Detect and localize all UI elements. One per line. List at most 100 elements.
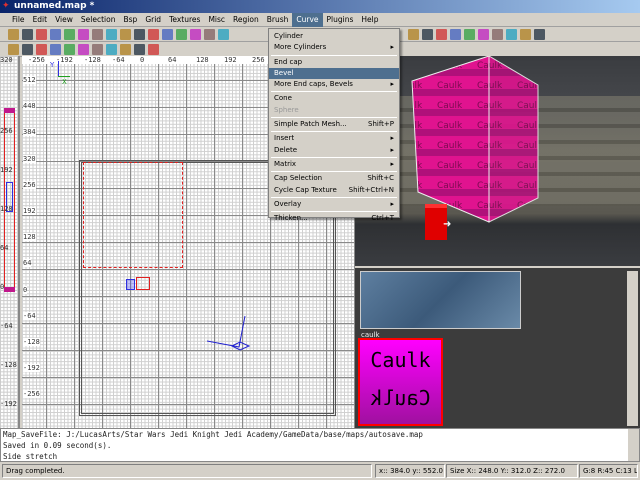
menu-region[interactable]: Region xyxy=(229,13,263,27)
select-touching-icon[interactable] xyxy=(134,28,145,40)
menu-bsp[interactable]: Bsp xyxy=(119,13,141,27)
hollow-icon[interactable] xyxy=(204,28,215,40)
menu-item-simple-patch-mesh[interactable]: Simple Patch Mesh... Shift+P xyxy=(269,119,399,130)
arrow-icon: ➜ xyxy=(443,219,452,230)
csg-merge-icon[interactable] xyxy=(190,28,201,40)
menu-help[interactable]: Help xyxy=(357,13,382,27)
menu-item-cylinder[interactable]: Cylinder xyxy=(269,31,399,42)
menu-item-label: End cap xyxy=(274,57,303,66)
menu-curve[interactable]: Curve xyxy=(292,13,323,27)
z-view[interactable]: 320 256 192 128 64 0 -64 -128 -192 xyxy=(0,56,20,428)
filter-icon[interactable] xyxy=(422,28,433,40)
menu-item-cap-selection[interactable]: Cap Selection Shift+C xyxy=(269,173,399,184)
console: Map_SaveFile: J:/LucasArts/Star Wars Jed… xyxy=(0,428,640,462)
menu-item-insert[interactable]: Insert ▸ xyxy=(269,133,399,144)
menu-item-sphere: Sphere xyxy=(269,105,399,116)
menu-item-shortcut: Shift+Ctrl+N xyxy=(348,185,394,194)
texture-lock-icon[interactable] xyxy=(22,43,33,55)
texture-scrollbar[interactable] xyxy=(627,271,638,426)
y-tick-label: 448 xyxy=(23,102,36,111)
clipper-icon[interactable] xyxy=(218,28,229,40)
console-scrollbar[interactable] xyxy=(628,429,639,461)
patch-bend-icon[interactable] xyxy=(520,28,531,40)
texture-view-icon[interactable] xyxy=(50,43,61,55)
z-view-icon[interactable] xyxy=(408,28,419,40)
menu-item-bevel[interactable]: Bevel xyxy=(269,67,399,80)
menu-separator xyxy=(271,131,397,133)
select-inside-icon[interactable] xyxy=(162,28,173,40)
camera-icon[interactable] xyxy=(207,311,257,356)
y-tick-label: 64 xyxy=(23,259,32,268)
cube-icon[interactable] xyxy=(36,43,47,55)
texture-water[interactable] xyxy=(360,271,521,329)
z-tick-label: 64 xyxy=(0,244,9,252)
menu-item-matrix[interactable]: Matrix ▸ xyxy=(269,159,399,170)
cap-icon[interactable] xyxy=(148,43,159,55)
select-partial-tall-icon[interactable] xyxy=(148,28,159,40)
entity-icon[interactable] xyxy=(64,43,75,55)
menu-textures[interactable]: Textures xyxy=(165,13,204,27)
rotate-z-icon[interactable] xyxy=(106,28,117,40)
menu-misc[interactable]: Misc xyxy=(204,13,229,27)
app-logo-icon: ✦ xyxy=(2,1,10,11)
menu-separator xyxy=(271,171,397,173)
menu-item-label: Bevel xyxy=(274,68,294,77)
change-views-icon[interactable] xyxy=(8,43,19,55)
menu-item-label: Sphere xyxy=(274,105,299,114)
brush-icon[interactable] xyxy=(534,28,545,40)
flip-z-icon[interactable] xyxy=(92,28,103,40)
save-icon[interactable] xyxy=(22,28,33,40)
texture-browser[interactable]: caulk Caulk Caulk xyxy=(355,268,640,428)
status-size: Size X:: 248.0 Y:: 312.0 Z:: 272.0 xyxy=(446,464,578,478)
z-tick-label: 320 xyxy=(0,56,13,64)
status-message: Drag completed. xyxy=(2,464,372,478)
selected-brush[interactable] xyxy=(83,162,183,268)
bend-icon[interactable] xyxy=(120,43,131,55)
csg-subtract-icon[interactable] xyxy=(176,28,187,40)
menu-item-overlay[interactable]: Overlay ▸ xyxy=(269,199,399,210)
menu-item-cone[interactable]: Cone xyxy=(269,93,399,104)
y-tick-label: 256 xyxy=(23,180,36,189)
menu-item-end-cap[interactable]: End cap xyxy=(269,57,399,68)
entity-red[interactable] xyxy=(136,277,150,290)
menu-file[interactable]: File xyxy=(8,13,29,27)
dont-select-curves-icon[interactable] xyxy=(106,43,117,55)
drill-icon[interactable] xyxy=(134,43,145,55)
z-tick-label: 192 xyxy=(0,166,13,174)
y-tick-label: 0 xyxy=(23,285,28,294)
menu-item-cycle-cap-texture[interactable]: Cycle Cap Texture Shift+Ctrl+N xyxy=(269,185,399,196)
menu-view[interactable]: View xyxy=(51,13,77,27)
filter2-icon[interactable] xyxy=(436,28,447,40)
rotate-x-icon[interactable] xyxy=(50,28,61,40)
patch-icon[interactable] xyxy=(92,43,103,55)
z-tick-label: -128 xyxy=(0,361,17,369)
menu-edit[interactable]: Edit xyxy=(29,13,52,27)
light-icon[interactable] xyxy=(478,28,489,40)
menu-grid[interactable]: Grid xyxy=(141,13,165,27)
menu-item-more-cylinders[interactable]: More Cylinders ▸ xyxy=(269,42,399,53)
window-title: unnamed.map * xyxy=(14,1,95,11)
menu-item-thicken[interactable]: Thicken... Ctrl+T xyxy=(269,213,399,224)
texture-caulk[interactable]: Caulk Caulk xyxy=(358,338,443,426)
menu-item-more-end-caps-bevels[interactable]: More End caps, Bevels ▸ xyxy=(269,79,399,90)
menu-item-delete[interactable]: Delete ▸ xyxy=(269,145,399,156)
patch-tesselation-icon[interactable] xyxy=(506,28,517,40)
entity-blue[interactable] xyxy=(126,279,135,290)
menu-item-shortcut: Ctrl+T xyxy=(371,214,394,223)
flip-y-icon[interactable] xyxy=(64,28,75,40)
menu-item-label: More Cylinders xyxy=(274,43,327,52)
y-tick-label: -192 xyxy=(23,364,40,373)
rotate-y-icon[interactable] xyxy=(78,28,89,40)
texture-icon[interactable] xyxy=(464,28,475,40)
open-icon[interactable] xyxy=(8,28,19,40)
camera-move-icon[interactable] xyxy=(78,43,89,55)
y-tick-label: 384 xyxy=(23,128,36,137)
view-toolbar xyxy=(400,27,640,42)
menu-selection[interactable]: Selection xyxy=(77,13,120,27)
flip-x-icon[interactable] xyxy=(36,28,47,40)
model-icon[interactable] xyxy=(492,28,503,40)
select-complete-tall-icon[interactable] xyxy=(120,28,131,40)
region-icon[interactable] xyxy=(450,28,461,40)
menu-plugins[interactable]: Plugins xyxy=(323,13,358,27)
menu-brush[interactable]: Brush xyxy=(263,13,293,27)
